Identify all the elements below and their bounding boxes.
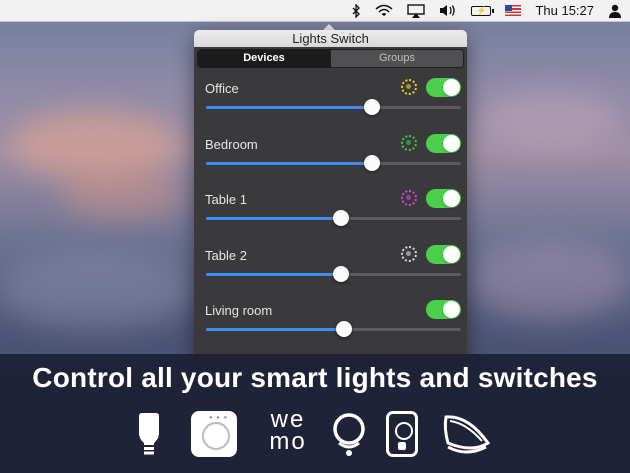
color-picker-icon[interactable] [401, 134, 417, 151]
slider-fill [206, 328, 344, 331]
brand-logos: ● ● ● we mo [0, 408, 630, 465]
device-name: Bedroom [205, 136, 258, 152]
brightness-slider[interactable] [206, 99, 461, 115]
device-name: Table 2 [205, 247, 247, 263]
device-row: Bedroom [194, 124, 467, 180]
wemo-logo-bottom: mo [269, 428, 307, 455]
volume-icon[interactable] [439, 0, 457, 22]
lights-switch-app-icon[interactable] [319, 0, 337, 22]
promo-banner: Control all your smart lights and switch… [0, 354, 630, 473]
device-row: Office [194, 68, 467, 124]
slider-fill [206, 106, 372, 109]
tab-devices[interactable]: Devices [198, 50, 330, 67]
lights-switch-popover: Lights Switch Devices Groups Office Bedr… [194, 30, 467, 360]
slider-fill [206, 217, 342, 220]
background-cloud [480, 90, 620, 150]
device-row: Living room [194, 290, 467, 346]
brightness-slider[interactable] [206, 265, 461, 282]
background-cloud [470, 240, 630, 320]
device-name: Table 1 [205, 192, 247, 207]
background-cloud [0, 250, 190, 330]
background-cloud [10, 110, 180, 180]
brightness-slider[interactable] [206, 154, 461, 171]
device-list: Office Bedroom Table 1 Table 2 Living ro… [194, 68, 467, 346]
device-name: Living room [205, 303, 273, 318]
user-icon[interactable] [608, 0, 622, 22]
wemo-logo: we mo [262, 408, 314, 455]
brightness-slider[interactable] [206, 321, 461, 337]
popover-title: Lights Switch [194, 30, 467, 47]
slider-fill [206, 161, 372, 165]
lifx-logo [333, 413, 365, 456]
device-row: Table 2 [194, 235, 467, 291]
wifi-icon[interactable] [375, 0, 393, 22]
hue-bridge-icon: ● ● ● [191, 411, 237, 457]
lamp-icon [443, 415, 491, 454]
battery-charging-icon[interactable]: ⚡ [471, 0, 495, 22]
slider-knob[interactable] [333, 265, 350, 282]
power-toggle[interactable] [426, 133, 461, 153]
slider-knob[interactable] [363, 154, 380, 171]
power-toggle[interactable] [426, 300, 461, 319]
power-toggle[interactable] [426, 78, 461, 97]
device-name: Office [205, 81, 239, 96]
menu-bar: ⚡ Thu 15:27 [0, 0, 630, 22]
menubar-clock[interactable]: Thu 15:27 [535, 0, 594, 22]
brightness-slider[interactable] [206, 210, 461, 226]
color-picker-icon[interactable] [401, 190, 417, 206]
us-flag-icon[interactable] [505, 0, 522, 22]
power-toggle[interactable] [426, 189, 461, 208]
device-row: Table 1 [194, 179, 467, 235]
smart-plug-icon [386, 411, 418, 457]
segmented-control: Devices Groups [197, 49, 464, 68]
color-picker-icon[interactable] [401, 79, 417, 95]
background-cloud [60, 170, 180, 220]
airplay-icon[interactable] [407, 0, 426, 22]
color-picker-icon[interactable] [401, 245, 417, 262]
bluetooth-icon[interactable] [351, 0, 361, 22]
power-toggle[interactable] [426, 244, 461, 264]
tab-groups[interactable]: Groups [330, 50, 463, 67]
hue-bulb-icon [139, 413, 159, 455]
slider-fill [206, 272, 342, 276]
slider-knob[interactable] [335, 321, 352, 337]
banner-tagline: Control all your smart lights and switch… [32, 362, 598, 393]
slider-knob[interactable] [333, 210, 350, 226]
slider-knob[interactable] [363, 99, 380, 115]
